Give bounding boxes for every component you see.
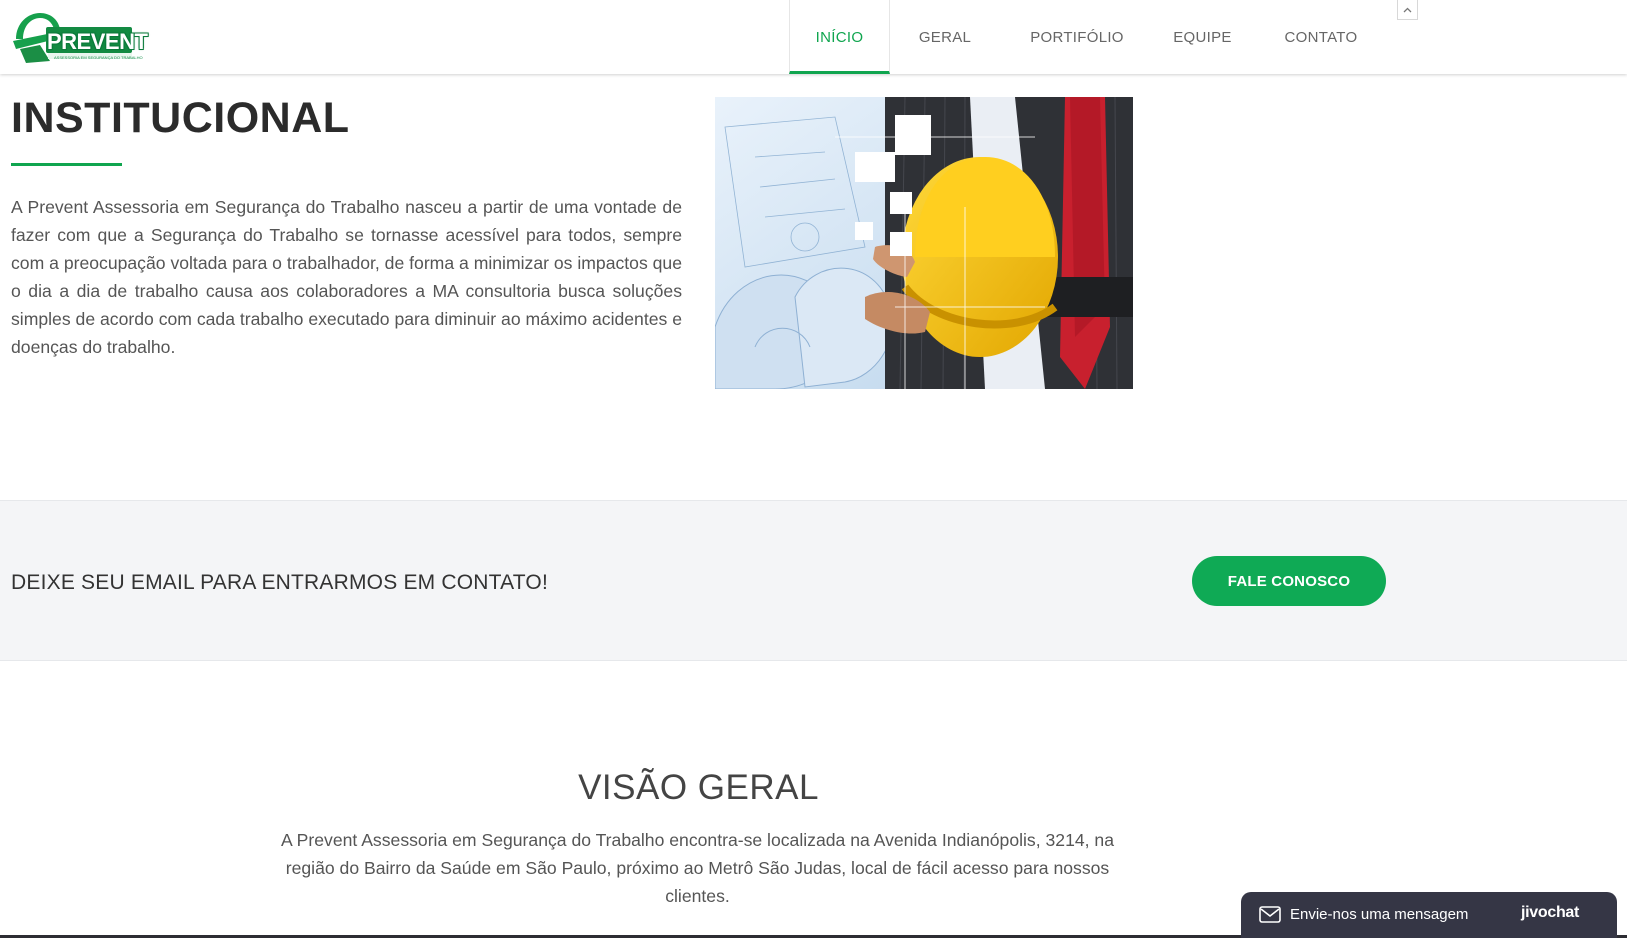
nav-item-contato[interactable]: CONTATO: [1251, 0, 1391, 74]
nav-item-equipe[interactable]: EQUIPE: [1154, 0, 1251, 74]
section-title: INSTITUCIONAL: [11, 94, 350, 142]
prevent-logo[interactable]: PREVENT ASSESSORIA EM SEGURANÇA DO TRABA…: [10, 9, 148, 65]
chevron-up-icon: [1403, 7, 1412, 12]
fale-conosco-button[interactable]: FALE CONOSCO: [1192, 556, 1386, 606]
chat-label: Envie-nos uma mensagem: [1290, 906, 1469, 923]
chat-widget[interactable]: Envie-nos uma mensagem jivochat: [1241, 892, 1617, 938]
safety-helmet-photo: [715, 97, 1133, 389]
logo-subtitle: ASSESSORIA EM SEGURANÇA DO TRABALHO: [54, 55, 143, 60]
visao-geral-text: A Prevent Assessoria em Segurança do Tra…: [281, 830, 1114, 906]
nav-item-geral[interactable]: GERAL: [890, 0, 1000, 74]
jivochat-logo: jivochat: [1521, 904, 1580, 921]
nav-item-inicio[interactable]: INÍCIO: [789, 0, 890, 74]
logo-wordmark: PREVENT: [47, 29, 148, 54]
title-underline: [11, 163, 122, 166]
scroll-top-button[interactable]: [1397, 0, 1418, 20]
main-nav: INÍCIO GERAL PORTIFÓLIO EQUIPE CONTATO: [789, 0, 1391, 74]
site-header: PREVENT ASSESSORIA EM SEGURANÇA DO TRABA…: [0, 0, 1627, 74]
institucional-text: A Prevent Assessoria em Segurança do Tra…: [11, 197, 682, 357]
envelope-icon: [1259, 906, 1281, 923]
contact-cta-text: DEIXE SEU EMAIL PARA ENTRARMOS EM CONTAT…: [11, 571, 548, 594]
nav-item-portifolio[interactable]: PORTIFÓLIO: [1000, 0, 1154, 74]
section-title: VISÃO GERAL: [578, 768, 819, 807]
contact-cta-band: DEIXE SEU EMAIL PARA ENTRARMOS EM CONTAT…: [0, 500, 1627, 661]
